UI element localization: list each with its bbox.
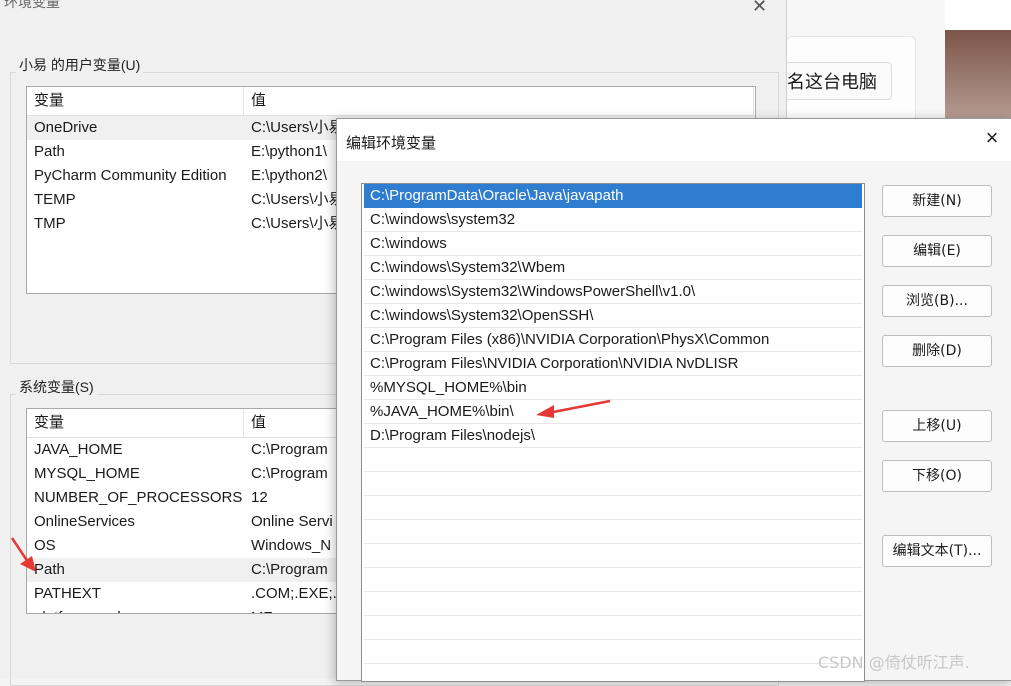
variable-name: MYSQL_HOME xyxy=(34,465,140,482)
variable-name: NUMBER_OF_PROCESSORS xyxy=(34,489,243,506)
edit-environment-variable-dialog: 编辑环境变量 × C:\ProgramData\Oracle\Java\java… xyxy=(336,118,1011,682)
path-entry[interactable]: C:\windows xyxy=(364,232,862,256)
path-entry[interactable]: %MYSQL_HOME%\bin xyxy=(364,376,862,400)
column-header-value[interactable]: 值 xyxy=(244,87,754,115)
close-icon[interactable]: × xyxy=(981,127,1003,149)
path-entry[interactable]: C:\Program Files\NVIDIA Corporation\NVID… xyxy=(364,352,862,376)
path-entry[interactable]: C:\Program Files (x86)\NVIDIA Corporatio… xyxy=(364,328,862,352)
variable-name: JAVA_HOME xyxy=(34,441,123,458)
path-entries-list[interactable]: C:\ProgramData\Oracle\Java\javapath C:\wi… xyxy=(361,183,865,682)
path-entry[interactable]: C:\ProgramData\Oracle\Java\javapath xyxy=(364,184,862,208)
dialog-title: 环境变量 xyxy=(4,0,60,10)
path-entry[interactable]: %JAVA_HOME%\bin\ xyxy=(364,400,862,424)
path-entry[interactable]: D:\Program Files\nodejs\ xyxy=(364,424,862,448)
empty-path-row[interactable] xyxy=(364,664,862,681)
variable-name: TEMP xyxy=(34,191,76,208)
empty-path-row[interactable] xyxy=(364,520,862,544)
empty-path-row[interactable] xyxy=(364,472,862,496)
move-up-button[interactable]: 上移(U) xyxy=(882,410,992,442)
variable-name: TMP xyxy=(34,215,66,232)
edit-text-button[interactable]: 编辑文本(T)... xyxy=(882,535,992,567)
list-header: 变量 值 xyxy=(27,87,755,116)
variable-name: Path xyxy=(34,561,65,578)
variable-name: OS xyxy=(34,537,56,554)
browse-button[interactable]: 浏览(B)... xyxy=(882,285,992,317)
variable-name: PATHEXT xyxy=(34,585,101,602)
empty-path-row[interactable] xyxy=(364,616,862,640)
path-entry[interactable]: C:\windows\System32\Wbem xyxy=(364,256,862,280)
close-icon[interactable]: ✕ xyxy=(752,0,767,17)
path-entry[interactable]: C:\windows\system32 xyxy=(364,208,862,232)
system-variables-label: 系统变量(S) xyxy=(16,377,97,397)
watermark: CSDN @倚仗听江声. xyxy=(818,653,970,672)
empty-path-row[interactable] xyxy=(364,592,862,616)
title-bar: 编辑环境变量 × xyxy=(337,119,1011,161)
edit-button[interactable]: 编辑(E) xyxy=(882,235,992,267)
variable-name: OneDrive xyxy=(34,119,98,136)
empty-path-row[interactable] xyxy=(364,496,862,520)
empty-path-row[interactable] xyxy=(364,568,862,592)
variable-name: platform_code xyxy=(27,606,244,613)
variable-name: OnlineServices xyxy=(34,513,135,530)
column-header-variable[interactable]: 变量 xyxy=(27,87,244,115)
path-entry[interactable]: C:\windows\System32\WindowsPowerShell\v1… xyxy=(364,280,862,304)
empty-path-row[interactable] xyxy=(364,544,862,568)
variable-name: PyCharm Community Edition xyxy=(34,167,227,184)
empty-path-row[interactable] xyxy=(364,448,862,472)
column-header-variable[interactable]: 变量 xyxy=(27,409,244,437)
dialog-title: 编辑环境变量 xyxy=(346,135,437,152)
move-down-button[interactable]: 下移(O) xyxy=(882,460,992,492)
user-variables-label: 小易 的用户变量(U) xyxy=(16,55,144,75)
new-button[interactable]: 新建(N) xyxy=(882,185,992,217)
background-image-panel xyxy=(945,0,1011,130)
path-entry[interactable]: C:\windows\System32\OpenSSH\ xyxy=(364,304,862,328)
empty-path-row[interactable] xyxy=(364,640,862,664)
variable-name: Path xyxy=(34,143,65,160)
delete-button[interactable]: 删除(D) xyxy=(882,335,992,367)
